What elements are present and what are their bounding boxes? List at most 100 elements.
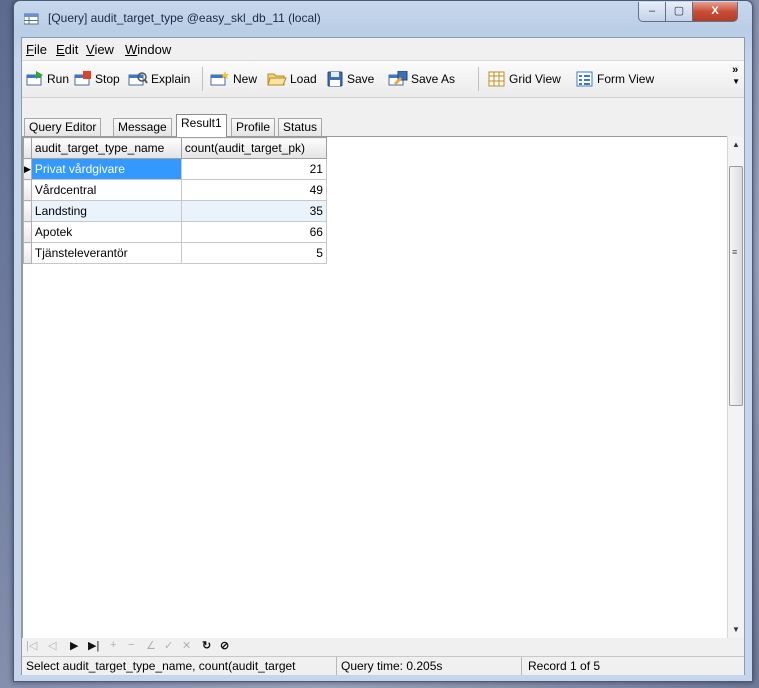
scroll-down-arrow-icon[interactable]: ▼ [732,625,740,634]
menu-view[interactable]: View [86,42,114,57]
overflow-arrow-icon: ▼ [732,77,740,86]
run-label: Run [47,72,70,86]
form-view-label: Form View [597,72,655,86]
save-as-button[interactable]: Save As [388,69,455,89]
table-cell[interactable]: Tjänsteleverantör [30,242,182,264]
table-row[interactable]: ▶ Privat vårdgivare 21 [23,158,327,180]
table-row[interactable]: Landsting 35 [23,200,327,222]
load-label: Load [290,72,317,86]
scrollbar-grip-icon: ≡ [732,247,738,257]
form-view-icon [576,71,593,87]
next-record-icon[interactable]: ▶ [70,639,78,652]
menu-file-mnemonic: F [26,42,34,57]
menu-file-label: ile [33,42,47,57]
tab-query-editor[interactable]: Query Editor [24,118,102,136]
tab-status[interactable]: Status [278,118,323,136]
table-cell[interactable]: 21 [180,158,327,180]
run-icon [26,71,43,86]
toolbar: Run Stop Explain New Load Save Save As G… [22,60,744,98]
record-navigator: |◁ ◁ ▶ ▶| + − ∠ ✓ ✕ ↻ ⊘ [22,638,744,656]
close-button[interactable]: X [692,2,738,22]
menu-window-mnemonic: W [125,42,138,57]
insert-record-icon[interactable]: + [110,639,116,651]
toolbar-separator [478,67,479,91]
row-indicator [23,179,32,201]
stop-label: Stop [95,72,120,86]
result-tabs: Query Editor Message Result1 Profile Sta… [22,114,744,137]
table-cell[interactable]: Vårdcentral [30,179,182,201]
row-indicator [23,221,32,243]
client-area: File Edit View Window Run Stop Explain N… [21,37,745,675]
row-indicator [23,242,32,264]
floppy-disk-icon [327,71,343,87]
delete-record-icon[interactable]: − [128,639,134,651]
tab-message[interactable]: Message [113,118,172,136]
column-header[interactable]: count(audit_target_pk) [180,137,327,159]
tab-profile[interactable]: Profile [231,118,276,136]
table-row[interactable]: Vårdcentral 49 [23,179,327,201]
toolbar-overflow-button[interactable]: » ▼ [732,65,740,87]
run-button[interactable]: Run [26,69,69,89]
table-row[interactable]: Apotek 66 [23,221,327,243]
status-sql-text: Select audit_target_type_name, count(aud… [22,657,337,675]
grid-header-row: audit_target_type_name count(audit_targe… [23,137,327,159]
cancel-edit-icon[interactable]: ✕ [182,639,191,652]
last-record-icon[interactable]: ▶| [88,639,99,652]
window-title: [Query] audit_target_type @easy_skl_db_1… [48,11,321,25]
current-row-indicator-icon: ▶ [23,158,32,180]
prior-record-icon[interactable]: ◁ [48,639,56,652]
save-as-label: Save As [411,72,456,86]
table-cell[interactable]: 49 [180,179,327,201]
new-query-icon [210,71,229,86]
table-cell[interactable]: 35 [180,200,327,222]
title-bar[interactable]: [Query] audit_target_type @easy_skl_db_1… [14,1,752,35]
save-label: Save [347,72,375,86]
result-grid: audit_target_type_name count(audit_targe… [23,137,327,264]
status-query-time: Query time: 0.205s [337,657,522,675]
table-cell[interactable]: Landsting [30,200,182,222]
menu-file[interactable]: File [26,42,47,57]
scrollbar-thumb[interactable] [729,166,743,406]
overflow-chevron-icon: » [732,64,739,76]
table-cell[interactable]: 66 [180,221,327,243]
menu-window[interactable]: Window [125,42,171,57]
menu-edit[interactable]: Edit [56,42,78,57]
menu-bar: File Edit View Window [22,38,744,60]
post-edit-icon[interactable]: ✓ [164,639,173,652]
column-header[interactable]: audit_target_type_name [30,137,182,159]
table-cell[interactable]: Apotek [30,221,182,243]
table-cell[interactable]: 5 [180,242,327,264]
explain-button[interactable]: Explain [128,69,190,89]
row-indicator [23,200,32,222]
result-grid-panel[interactable]: audit_target_type_name count(audit_targe… [22,136,728,640]
first-record-icon[interactable]: |◁ [26,639,37,652]
vertical-scrollbar[interactable]: ▲ ≡ ▼ [727,136,744,638]
query-app-icon [23,11,40,25]
save-as-icon [388,71,408,86]
toolbar-separator [202,67,203,91]
grid-view-button[interactable]: Grid View [488,69,561,89]
maximize-button[interactable]: ▢ [665,2,693,22]
explain-label: Explain [151,72,191,86]
menu-edit-label: dit [64,42,79,57]
stop-fetch-icon[interactable]: ⊘ [220,639,229,652]
menu-edit-mnemonic: E [56,42,65,57]
minimize-button[interactable]: – [638,2,666,22]
folder-open-icon [267,73,287,86]
table-cell[interactable]: Privat vårdgivare [30,158,182,180]
table-row[interactable]: Tjänsteleverantör 5 [23,242,327,264]
load-button[interactable]: Load [267,69,317,89]
scroll-up-arrow-icon[interactable]: ▲ [732,140,740,149]
status-bar: Select audit_target_type_name, count(aud… [22,656,744,675]
status-record-count: Record 1 of 5 [528,659,601,673]
stop-button[interactable]: Stop [74,69,120,89]
save-button[interactable]: Save [326,69,374,89]
form-view-button[interactable]: Form View [576,69,654,89]
main-window: [Query] audit_target_type @easy_skl_db_1… [13,0,753,682]
refresh-icon[interactable]: ↻ [202,639,211,652]
tab-result1[interactable]: Result1 [176,114,227,137]
explain-icon [128,72,148,86]
menu-window-label: indow [137,42,172,57]
edit-record-icon[interactable]: ∠ [146,639,156,652]
new-button[interactable]: New [210,69,257,89]
